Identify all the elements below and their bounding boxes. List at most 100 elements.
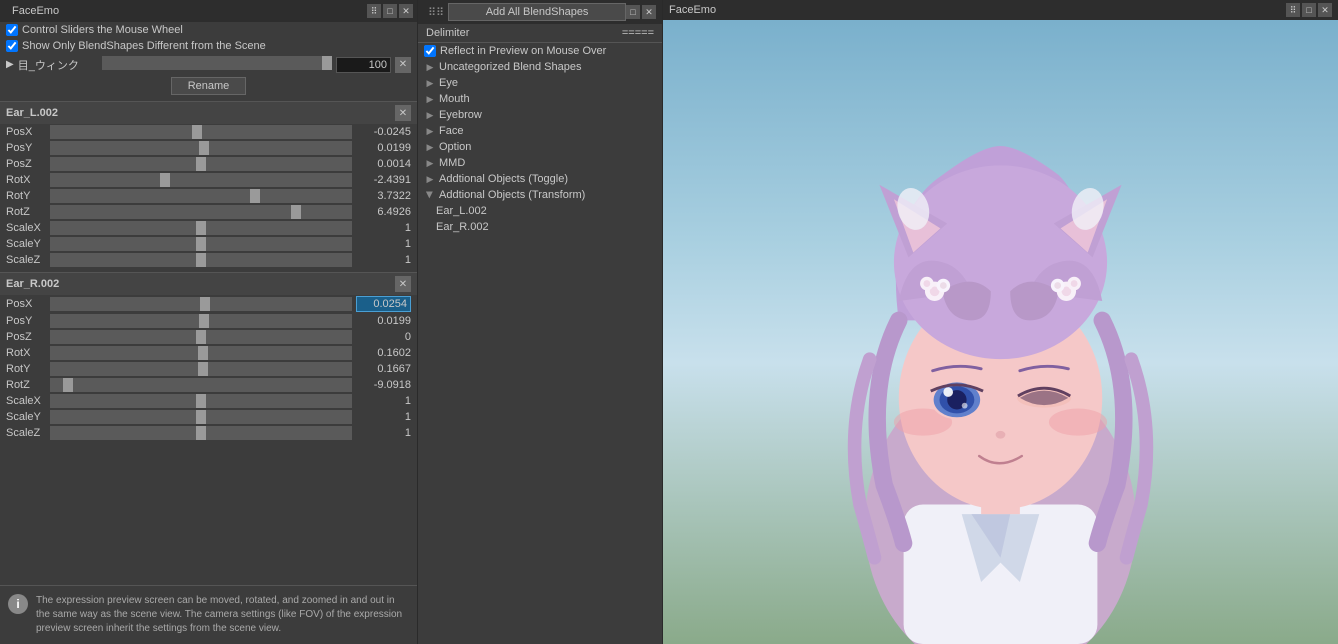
ear-l-scalez-row: ScaleZ 1	[0, 252, 417, 268]
mouse-wheel-checkbox[interactable]	[6, 24, 18, 36]
ear-r-posz-value: 0	[356, 331, 411, 343]
ear-l-posx-row: PosX -0.0245	[0, 124, 417, 140]
left-win-max[interactable]: □	[383, 4, 397, 18]
ear-l-scalex-slider[interactable]	[50, 221, 352, 235]
ear-r-scaley-value: 1	[356, 411, 411, 423]
reflect-preview-checkbox[interactable]	[424, 45, 436, 57]
tree-eye[interactable]: ▶ Eye	[418, 75, 662, 91]
ear-r-posz-row: PosZ 0	[0, 329, 417, 345]
ear-r-scaley-slider[interactable]	[50, 410, 352, 424]
ear-l-scaley-slider[interactable]	[50, 237, 352, 251]
tree-label-addtional-toggle: Addtional Objects (Toggle)	[439, 173, 568, 185]
ear-l-posx-value: -0.0245	[356, 126, 411, 138]
right-panel-title: FaceEmo	[669, 4, 716, 16]
tree-addtional-transform[interactable]: ▶ Addtional Objects (Transform)	[418, 187, 662, 203]
tree-uncategorized[interactable]: ▶ Uncategorized Blend Shapes	[418, 59, 662, 75]
tree-face[interactable]: ▶ Face	[418, 123, 662, 139]
ear-r-rotx-row: RotX 0.1602	[0, 345, 417, 361]
ear-r-posy-slider[interactable]	[50, 314, 352, 328]
middle-panel: ⠿⠿ Add All BlendShapes □ ✕ Delimiter ===…	[418, 0, 663, 644]
ear-l-scaley-value: 1	[356, 238, 411, 250]
tree-label-ear-l: Ear_L.002	[436, 205, 487, 217]
ear-l-roty-value: 3.7322	[356, 190, 411, 202]
ear-l-posz-row: PosZ 0.0014	[0, 156, 417, 172]
ear-r-rotz-row: RotZ -9.0918	[0, 377, 417, 393]
ear-l-posz-label: PosZ	[6, 158, 46, 170]
ear-l-rotx-value: -2.4391	[356, 174, 411, 186]
right-win-dot[interactable]: ⠿	[1286, 3, 1300, 17]
wink-reset-btn[interactable]: ✕	[395, 57, 411, 73]
ear-r-scalez-label: ScaleZ	[6, 427, 46, 439]
ear-l-posy-slider[interactable]	[50, 141, 352, 155]
tree-mmd[interactable]: ▶ MMD	[418, 155, 662, 171]
tree-addtional-toggle[interactable]: ▶ Addtional Objects (Toggle)	[418, 171, 662, 187]
ear-l-rotx-slider[interactable]	[50, 173, 352, 187]
ear-l-rotz-label: RotZ	[6, 206, 46, 218]
ear-l-scalez-slider[interactable]	[50, 253, 352, 267]
tree-eyebrow[interactable]: ▶ Eyebrow	[418, 107, 662, 123]
wink-value-input[interactable]	[336, 57, 391, 73]
ear-l-scaley-label: ScaleY	[6, 238, 46, 250]
tree-ear-l[interactable]: Ear_L.002	[418, 203, 662, 219]
ear-r-scalex-slider[interactable]	[50, 394, 352, 408]
right-win-close[interactable]: ✕	[1318, 3, 1332, 17]
reflect-preview-row[interactable]: Reflect in Preview on Mouse Over	[418, 43, 662, 59]
ear-l-scalez-label: ScaleZ	[6, 254, 46, 266]
delimiter-row: Delimiter =====	[418, 24, 662, 43]
ear-r-scalex-value: 1	[356, 395, 411, 407]
tree-arrow-mouth: ▶	[424, 93, 436, 105]
wink-slider[interactable]	[102, 56, 332, 70]
wink-label: 目_ウィンク	[18, 57, 98, 73]
ear-r-posy-label: PosY	[6, 315, 46, 327]
tree-arrow-option: ▶	[424, 141, 436, 153]
ear-r-rotx-label: RotX	[6, 347, 46, 359]
tree-mouth[interactable]: ▶ Mouth	[418, 91, 662, 107]
ear-l-scalex-value: 1	[356, 222, 411, 234]
right-win-max[interactable]: □	[1302, 3, 1316, 17]
ear-l-posy-label: PosY	[6, 142, 46, 154]
ear-l-posz-slider[interactable]	[50, 157, 352, 171]
ear-l-remove-btn[interactable]: ✕	[395, 105, 411, 121]
ear-r-posy-value: 0.0199	[356, 315, 411, 327]
ear-r-rotz-slider[interactable]	[50, 378, 352, 392]
ear-l-posx-slider[interactable]	[50, 125, 352, 139]
ear-r-remove-btn[interactable]: ✕	[395, 276, 411, 292]
preview-area[interactable]	[663, 20, 1338, 644]
ear-l-rotx-row: RotX -2.4391	[0, 172, 417, 188]
tree-label-uncategorized: Uncategorized Blend Shapes	[439, 61, 581, 73]
right-win-controls: ⠿ □ ✕	[1286, 3, 1332, 17]
add-blend-shapes-btn[interactable]: Add All BlendShapes	[448, 3, 626, 21]
ear-l-posy-row: PosY 0.0199	[0, 140, 417, 156]
ear-r-posz-slider[interactable]	[50, 330, 352, 344]
info-text: The expression preview screen can be mov…	[36, 594, 409, 636]
tree-label-ear-r: Ear_R.002	[436, 221, 489, 233]
ear-r-rotz-label: RotZ	[6, 379, 46, 391]
right-panel: FaceEmo ⠿ □ ✕	[663, 0, 1338, 644]
ear-r-scalez-row: ScaleZ 1	[0, 425, 417, 441]
middle-win-close[interactable]: ✕	[642, 5, 656, 19]
ear-l-rotz-slider[interactable]	[50, 205, 352, 219]
ear-r-scalez-slider[interactable]	[50, 426, 352, 440]
ear-r-rotx-value: 0.1602	[356, 347, 411, 359]
wink-slider-container	[102, 56, 332, 73]
ear-r-roty-slider[interactable]	[50, 362, 352, 376]
left-win-close[interactable]: ✕	[399, 4, 413, 18]
show-diff-checkbox[interactable]	[6, 40, 18, 52]
ear-r-posx-slider[interactable]	[50, 297, 352, 311]
middle-header: ⠿⠿ Add All BlendShapes □ ✕	[418, 0, 662, 24]
ear-r-label: Ear_R.002	[6, 278, 59, 290]
left-scroll-area[interactable]: ▶ 目_ウィンク ✕ Rename Ear_L.002 ✕ PosX	[0, 54, 417, 585]
ear-l-roty-label: RotY	[6, 190, 46, 202]
ear-l-posy-value: 0.0199	[356, 142, 411, 154]
left-win-dot[interactable]: ⠿	[367, 4, 381, 18]
tree-scroll[interactable]: ▶ Uncategorized Blend Shapes ▶ Eye ▶ Mou…	[418, 59, 662, 644]
right-panel-header: FaceEmo ⠿ □ ✕	[663, 0, 1338, 20]
ear-l-roty-slider[interactable]	[50, 189, 352, 203]
tree-ear-r[interactable]: Ear_R.002	[418, 219, 662, 235]
ear-r-posx-value-input[interactable]	[356, 296, 411, 312]
ear-r-rotx-slider[interactable]	[50, 346, 352, 360]
tree-option[interactable]: ▶ Option	[418, 139, 662, 155]
rename-btn[interactable]: Rename	[171, 77, 247, 95]
wink-icon: ▶	[6, 59, 14, 70]
middle-win-max[interactable]: □	[626, 5, 640, 19]
